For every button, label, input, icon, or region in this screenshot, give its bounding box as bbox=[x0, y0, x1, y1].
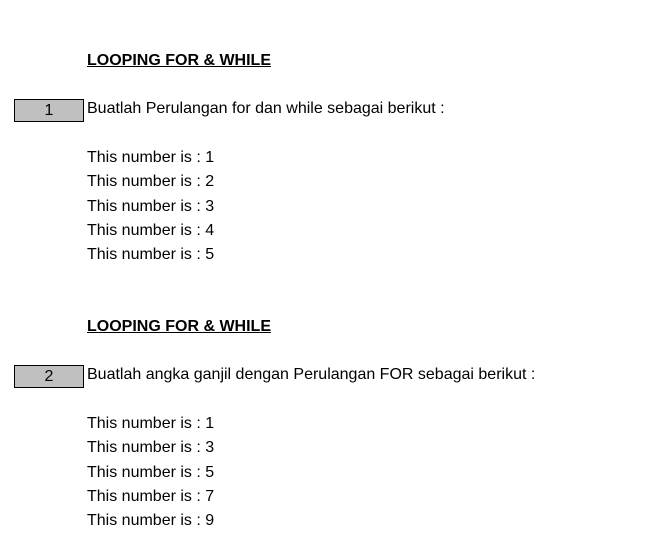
output-line: This number is : 5 bbox=[87, 463, 215, 481]
output-line: This number is : 1 bbox=[87, 149, 215, 166]
section-2-title: LOOPING FOR & WHILE bbox=[87, 318, 271, 335]
output-line: This number is : 2 bbox=[87, 173, 215, 191]
output-line: This number is : 3 bbox=[87, 439, 215, 457]
output-line: This number is : 3 bbox=[87, 197, 215, 215]
task-number-1-box: 1 bbox=[14, 99, 84, 122]
output-line: This number is : 7 bbox=[87, 487, 215, 505]
output-line: This number is : 9 bbox=[87, 512, 215, 529]
section-1-output-list: This number is : 1 This number is : 2 Th… bbox=[87, 146, 214, 267]
output-line: This number is : 1 bbox=[87, 415, 215, 432]
output-line: This number is : 5 bbox=[87, 246, 215, 263]
output-line: This number is : 4 bbox=[87, 221, 215, 239]
section-1-instruction: Buatlah Perulangan for dan while sebagai… bbox=[87, 100, 445, 117]
section-1-title: LOOPING FOR & WHILE bbox=[87, 52, 271, 69]
section-2-output-list: This number is : 1 This number is : 3 Th… bbox=[87, 412, 214, 533]
section-2-instruction: Buatlah angka ganjil dengan Perulangan F… bbox=[87, 366, 536, 383]
task-number-2-box: 2 bbox=[14, 365, 84, 388]
